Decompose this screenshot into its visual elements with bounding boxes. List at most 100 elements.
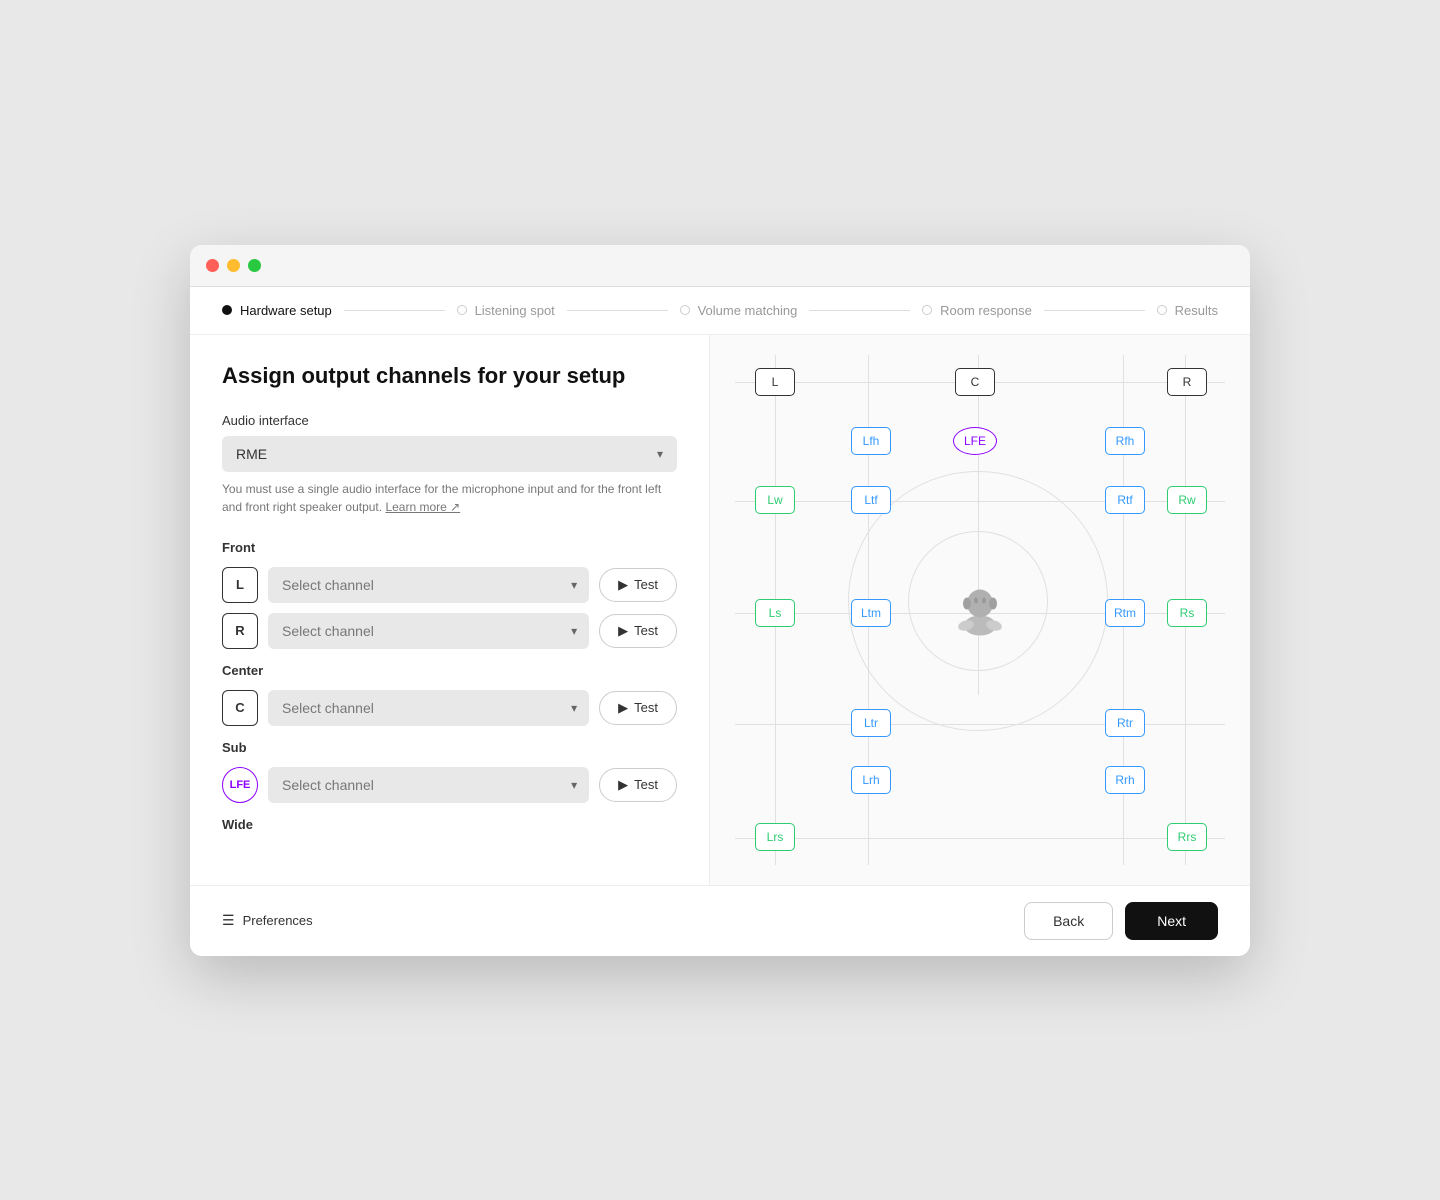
step-volume-matching[interactable]: Volume matching: [680, 303, 798, 318]
close-button[interactable]: [206, 259, 219, 272]
step-dot: [222, 305, 232, 315]
test-label: Test: [634, 623, 658, 638]
test-button-lfe[interactable]: ▶ Test: [599, 768, 677, 802]
section-center-label: Center: [222, 663, 677, 678]
speaker-node-Rw: Rw: [1167, 486, 1207, 514]
speaker-node-Rtr: Rtr: [1105, 709, 1145, 737]
channel-row-r: R Select channel ▾ ▶ Test: [222, 613, 677, 649]
channel-select-lfe[interactable]: Select channel: [268, 767, 589, 803]
audio-interface-label: Audio interface: [222, 413, 677, 428]
preferences-icon: ☰: [222, 912, 235, 929]
speaker-node-Ltm: Ltm: [851, 599, 891, 627]
speaker-node-Ltf: Ltf: [851, 486, 891, 514]
next-button[interactable]: Next: [1125, 902, 1218, 940]
channel-select-wrap-r: Select channel ▾: [268, 613, 589, 649]
footer-actions: Back Next: [1024, 902, 1218, 940]
grid-hline-2: [735, 501, 1225, 502]
titlebar: [190, 245, 1250, 287]
main-window: Hardware setup Listening spot Volume mat…: [190, 245, 1250, 956]
audio-interface-hint: You must use a single audio interface fo…: [222, 480, 677, 516]
speaker-node-Rrh: Rrh: [1105, 766, 1145, 794]
channel-row-l: L Select channel ▾ ▶ Test: [222, 567, 677, 603]
test-label: Test: [634, 700, 658, 715]
progress-line-1: [344, 310, 445, 311]
speaker-node-C: C: [955, 368, 995, 396]
section-sub-label: Sub: [222, 740, 677, 755]
footer: ☰ Preferences Back Next: [190, 885, 1250, 956]
test-label: Test: [634, 577, 658, 592]
channel-select-l[interactable]: Select channel: [268, 567, 589, 603]
play-icon: ▶: [618, 777, 628, 793]
listener-figure: [946, 573, 1014, 646]
progress-line-2: [567, 310, 668, 311]
speaker-node-LFE: LFE: [953, 427, 997, 455]
step-dot: [457, 305, 467, 315]
play-icon: ▶: [618, 700, 628, 716]
channel-row-lfe: LFE Select channel ▾ ▶ Test: [222, 767, 677, 803]
speaker-node-Ls: Ls: [755, 599, 795, 627]
channel-select-r[interactable]: Select channel: [268, 613, 589, 649]
step-label: Volume matching: [698, 303, 798, 318]
step-label: Results: [1175, 303, 1218, 318]
main-content: Assign output channels for your setup Au…: [190, 335, 1250, 885]
badge-c: C: [222, 690, 258, 726]
test-button-r[interactable]: ▶ Test: [599, 614, 677, 648]
badge-lfe: LFE: [222, 767, 258, 803]
step-results[interactable]: Results: [1157, 303, 1218, 318]
section-wide-label: Wide: [222, 817, 677, 832]
progress-line-4: [1044, 310, 1145, 311]
step-listening-spot[interactable]: Listening spot: [457, 303, 555, 318]
minimize-button[interactable]: [227, 259, 240, 272]
badge-l: L: [222, 567, 258, 603]
play-icon: ▶: [618, 623, 628, 639]
step-dot: [922, 305, 932, 315]
right-panel: L C R Lfh LFE Rfh Lw Ltf Rtf Rw: [710, 335, 1250, 885]
channel-select-wrap-lfe: Select channel ▾: [268, 767, 589, 803]
step-dot: [1157, 305, 1167, 315]
speaker-diagram: L C R Lfh LFE Rfh Lw Ltf Rtf Rw: [735, 355, 1225, 865]
speaker-node-Rtm: Rtm: [1105, 599, 1145, 627]
step-label: Room response: [940, 303, 1032, 318]
speaker-node-L: L: [755, 368, 795, 396]
speaker-node-Rtf: Rtf: [1105, 486, 1145, 514]
speaker-node-Lw: Lw: [755, 486, 795, 514]
step-room-response[interactable]: Room response: [922, 303, 1032, 318]
speaker-node-Lfh: Lfh: [851, 427, 891, 455]
speaker-node-Lrh: Lrh: [851, 766, 891, 794]
grid-hline-4: [735, 724, 1225, 725]
chevron-down-icon: ▾: [657, 447, 663, 461]
audio-interface-value: RME: [236, 446, 267, 462]
test-label: Test: [634, 777, 658, 792]
badge-r: R: [222, 613, 258, 649]
speaker-node-Rs: Rs: [1167, 599, 1207, 627]
grid-hline-5: [735, 838, 1225, 839]
speaker-node-Ltr: Ltr: [851, 709, 891, 737]
channel-select-wrap-c: Select channel ▾: [268, 690, 589, 726]
audio-interface-select[interactable]: RME ▾: [222, 436, 677, 472]
test-button-c[interactable]: ▶ Test: [599, 691, 677, 725]
speaker-node-Rfh: Rfh: [1105, 427, 1145, 455]
play-icon: ▶: [618, 577, 628, 593]
preferences-button[interactable]: ☰ Preferences: [222, 912, 313, 929]
preferences-label: Preferences: [243, 913, 313, 928]
listener-svg: [946, 573, 1014, 641]
speaker-node-R: R: [1167, 368, 1207, 396]
step-label: Hardware setup: [240, 303, 332, 318]
speaker-node-Rrs: Rrs: [1167, 823, 1207, 851]
channel-select-c[interactable]: Select channel: [268, 690, 589, 726]
speaker-node-Lrs: Lrs: [755, 823, 795, 851]
section-front-label: Front: [222, 540, 677, 555]
step-hardware-setup[interactable]: Hardware setup: [222, 303, 332, 318]
channel-select-wrap-l: Select channel ▾: [268, 567, 589, 603]
progress-line-3: [809, 310, 910, 311]
page-title: Assign output channels for your setup: [222, 363, 677, 389]
back-button[interactable]: Back: [1024, 902, 1113, 940]
step-label: Listening spot: [475, 303, 555, 318]
test-button-l[interactable]: ▶ Test: [599, 568, 677, 602]
channel-row-c: C Select channel ▾ ▶ Test: [222, 690, 677, 726]
left-panel: Assign output channels for your setup Au…: [190, 335, 710, 885]
learn-more-link[interactable]: Learn more ↗: [385, 500, 460, 514]
maximize-button[interactable]: [248, 259, 261, 272]
progress-bar: Hardware setup Listening spot Volume mat…: [190, 287, 1250, 335]
step-dot: [680, 305, 690, 315]
